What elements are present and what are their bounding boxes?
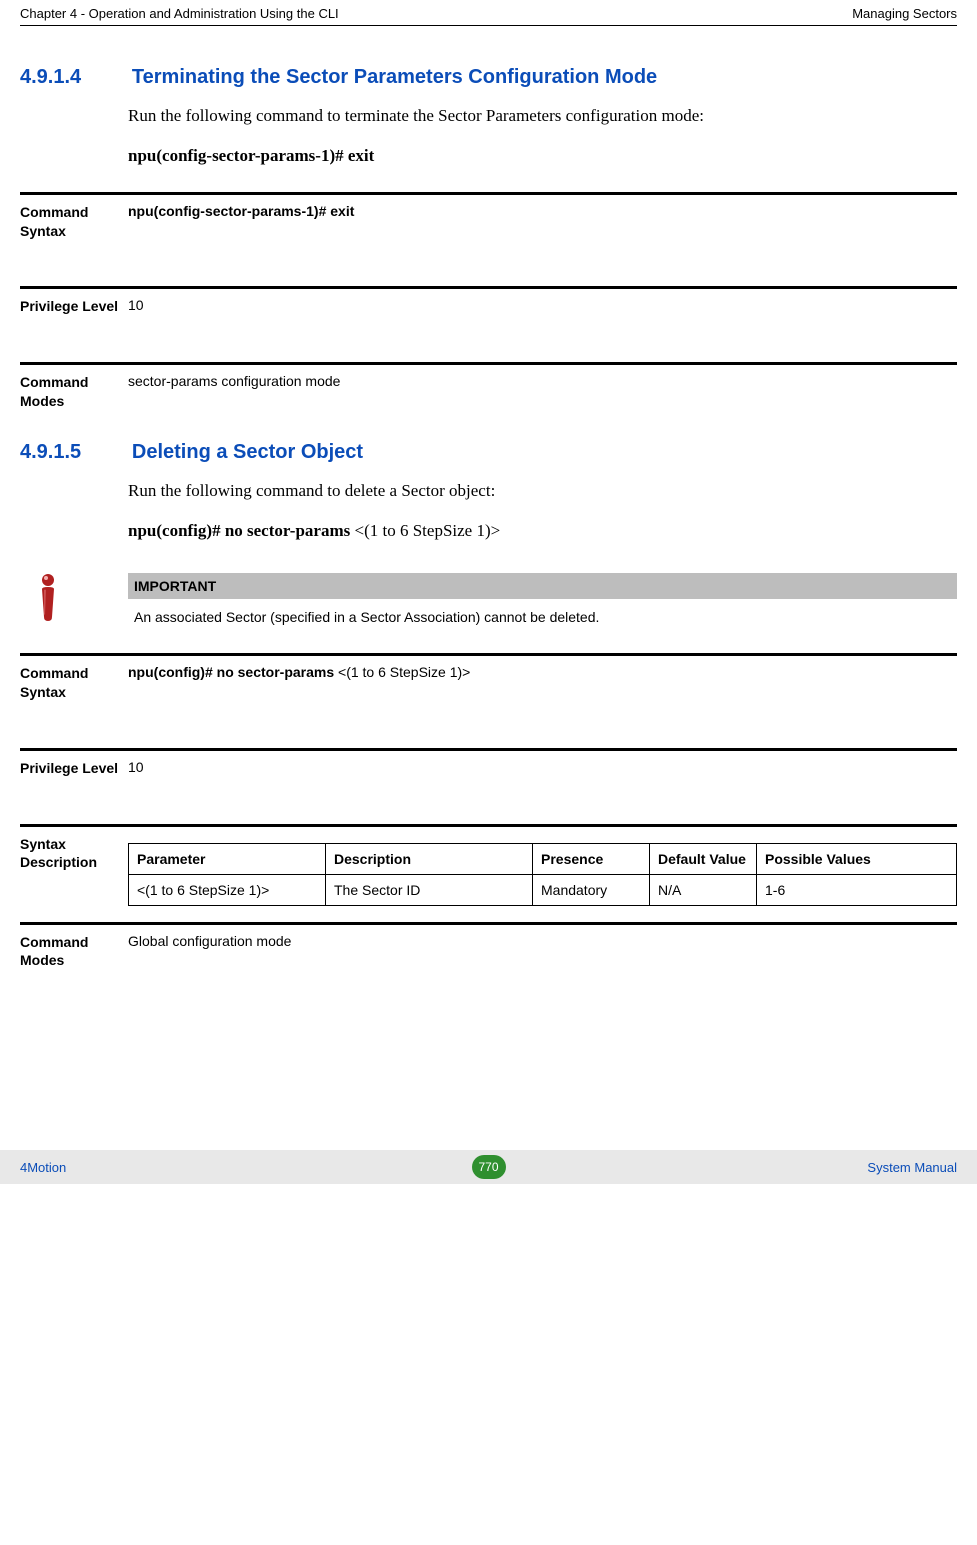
command-syntax-value: npu(config-sector-params-1)# exit xyxy=(128,203,354,219)
header-right: Managing Sectors xyxy=(852,6,957,21)
command-modes-value: sector-params configuration mode xyxy=(128,373,957,411)
command-syntax-label: Command Syntax xyxy=(20,203,128,241)
section-intro: Run the following command to terminate t… xyxy=(128,103,957,129)
important-callout: IMPORTANT An associated Sector (specifie… xyxy=(20,573,957,631)
command-modes-label: Command Modes xyxy=(20,373,128,411)
footer-page-number: 770 xyxy=(472,1155,506,1179)
syntax-description-block: Syntax Description Parameter Description… xyxy=(20,824,957,906)
page-header: Chapter 4 - Operation and Administration… xyxy=(20,0,957,26)
section-command: npu(config)# no sector-params <(1 to 6 S… xyxy=(128,518,957,544)
command-syntax-block: Command Syntax npu(config)# no sector-pa… xyxy=(20,653,957,702)
privilege-level-value: 10 xyxy=(128,759,957,778)
privilege-level-label: Privilege Level xyxy=(20,759,128,778)
privilege-level-block: Privilege Level 10 xyxy=(20,748,957,778)
header-left: Chapter 4 - Operation and Administration… xyxy=(20,6,339,21)
th-default-value: Default Value xyxy=(650,843,757,874)
parameter-table: Parameter Description Presence Default V… xyxy=(128,843,957,906)
section-intro: Run the following command to delete a Se… xyxy=(128,478,957,504)
section-4914-heading: 4.9.1.4 Terminating the Sector Parameter… xyxy=(20,66,957,89)
td-presence: Mandatory xyxy=(533,874,650,905)
command-syntax-bold: npu(config)# no sector-params xyxy=(128,664,338,680)
section-4915-heading: 4.9.1.5 Deleting a Sector Object xyxy=(20,441,957,464)
privilege-level-block: Privilege Level 10 xyxy=(20,286,957,316)
section-title: Terminating the Sector Parameters Config… xyxy=(132,66,657,89)
footer-manual: System Manual xyxy=(867,1160,977,1175)
command-modes-block: Command Modes Global configuration mode xyxy=(20,922,957,971)
footer-product: 4Motion xyxy=(0,1160,66,1175)
command-modes-block: Command Modes sector-params configuratio… xyxy=(20,362,957,411)
td-default-value: N/A xyxy=(650,874,757,905)
td-parameter: <(1 to 6 StepSize 1)> xyxy=(129,874,326,905)
th-description: Description xyxy=(326,843,533,874)
table-header-row: Parameter Description Presence Default V… xyxy=(129,843,957,874)
syntax-description-label: Syntax Description xyxy=(20,835,128,906)
table-row: <(1 to 6 StepSize 1)> The Sector ID Mand… xyxy=(129,874,957,905)
command-bold: npu(config)# no sector-params xyxy=(128,521,350,540)
privilege-level-label: Privilege Level xyxy=(20,297,128,316)
th-possible-values: Possible Values xyxy=(757,843,957,874)
section-title: Deleting a Sector Object xyxy=(132,441,363,464)
td-possible-values: 1-6 xyxy=(757,874,957,905)
td-description: The Sector ID xyxy=(326,874,533,905)
th-parameter: Parameter xyxy=(129,843,326,874)
privilege-level-value: 10 xyxy=(128,297,957,316)
page-footer: 4Motion 770 System Manual xyxy=(0,1150,977,1184)
important-icon xyxy=(20,573,128,631)
section-number: 4.9.1.5 xyxy=(20,441,128,464)
command-modes-value: Global configuration mode xyxy=(128,933,957,971)
command-argument: <(1 to 6 StepSize 1)> xyxy=(350,521,500,540)
command-modes-label: Command Modes xyxy=(20,933,128,971)
important-text: An associated Sector (specified in a Sec… xyxy=(128,599,957,631)
command-syntax-arg: <(1 to 6 StepSize 1)> xyxy=(338,664,470,680)
command-syntax-block: Command Syntax npu(config-sector-params-… xyxy=(20,192,957,241)
important-title: IMPORTANT xyxy=(128,573,957,599)
th-presence: Presence xyxy=(533,843,650,874)
command-syntax-label: Command Syntax xyxy=(20,664,128,702)
section-command: npu(config-sector-params-1)# exit xyxy=(128,143,957,169)
section-number: 4.9.1.4 xyxy=(20,66,128,89)
